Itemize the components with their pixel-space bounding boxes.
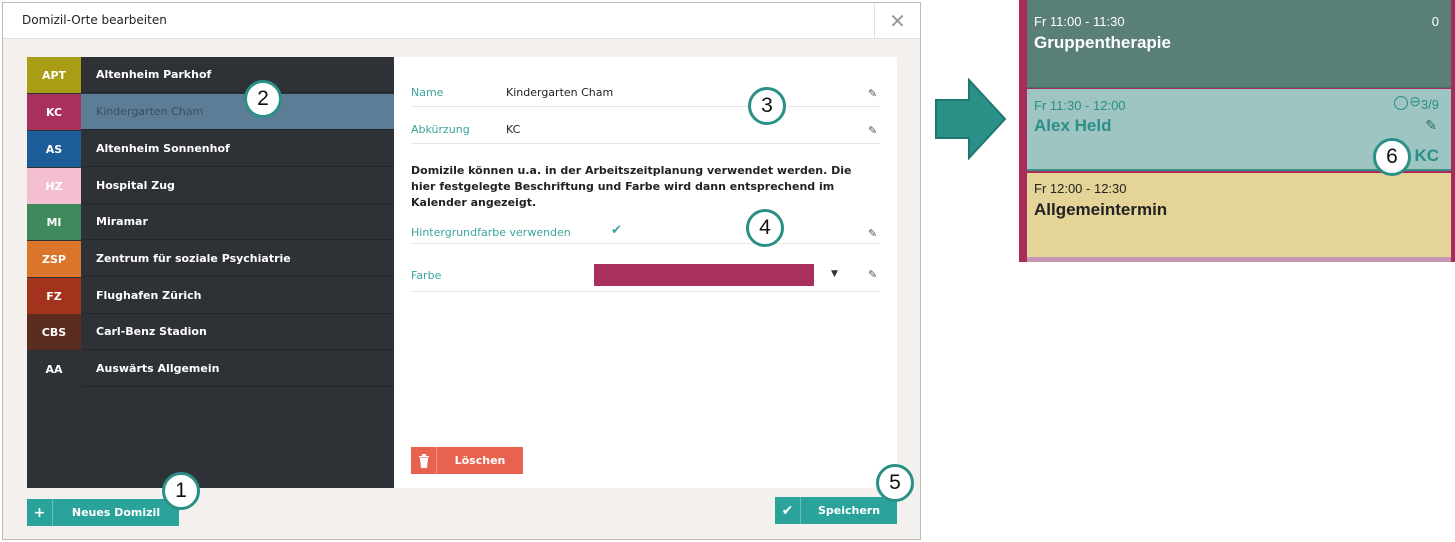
delete-button[interactable]: Löschen <box>411 447 523 474</box>
name-label: Name <box>411 86 444 99</box>
list-item-name: Altenheim Parkhof <box>96 68 212 81</box>
slot-count: 0 <box>1431 14 1439 29</box>
slot-title: Alex Held <box>1034 116 1112 135</box>
save-button[interactable]: ✔ Speichern <box>775 497 897 524</box>
list-item[interactable]: AA Auswärts Allgemein <box>27 351 394 387</box>
list-item-abbr: HZ <box>27 168 81 204</box>
edit-name-pencil-icon[interactable]: ✎ <box>868 87 880 100</box>
edit-bg-pencil-icon[interactable]: ✎ <box>868 227 880 240</box>
pencil-icon[interactable]: ✎ <box>1425 118 1437 134</box>
abbr-row: Abkürzung KC ✎ <box>411 116 880 144</box>
plus-icon: + <box>27 499 53 526</box>
bg-color-checkbox[interactable]: ✔ <box>611 224 625 238</box>
callout-badge-4: 4 <box>746 209 784 247</box>
slot-time: Fr 12:00 - 12:30 <box>1034 181 1127 196</box>
list-item-name: Auswärts Allgemein <box>96 362 220 375</box>
list-item-abbr: MI <box>27 204 81 240</box>
list-item[interactable]: MI Miramar <box>27 204 394 240</box>
list-item-abbr: ZSP <box>27 241 81 277</box>
list-item-abbr: AS <box>27 131 81 167</box>
dialog-title: Domizil-Orte bearbeiten <box>22 13 167 27</box>
list-item-name: Kindergarten Cham <box>96 105 204 118</box>
list-item[interactable]: ZSP Zentrum für soziale Psychiatrie <box>27 241 394 277</box>
domicile-form: Name Kindergarten Cham ✎ Abkürzung KC ✎ … <box>394 57 897 488</box>
list-item-name: Hospital Zug <box>96 179 175 192</box>
calendar-preview: Fr 11:00 - 11:30 Gruppentherapie 0 Fr 11… <box>1019 0 1455 262</box>
trash-icon <box>411 447 437 474</box>
info-text: Domizile können u.a. in der Arbeitszeitp… <box>411 164 852 209</box>
name-row: Name Kindergarten Cham ✎ <box>411 79 880 107</box>
calendar-column: Fr 11:00 - 11:30 Gruppentherapie 0 Fr 11… <box>1027 0 1451 262</box>
chevron-down-icon[interactable]: ▼ <box>831 269 838 279</box>
name-field[interactable]: Kindergarten Cham <box>506 86 613 99</box>
color-picker[interactable] <box>594 264 814 286</box>
list-item[interactable]: APT Altenheim Parkhof <box>27 57 394 93</box>
bg-color-label: Hintergrundfarbe verwenden <box>411 226 571 239</box>
list-item[interactable]: CBS Carl-Benz Stadion <box>27 314 394 350</box>
list-item-abbr: CBS <box>27 314 81 350</box>
abbr-field[interactable]: KC <box>506 123 520 136</box>
slot-domicile-abbr: KC <box>1414 146 1439 165</box>
new-domicile-label: Neues Domizil <box>71 506 161 519</box>
new-domicile-button[interactable]: + Neues Domizil <box>27 499 179 526</box>
check-icon: ✔ <box>775 497 801 524</box>
arrow-right-icon <box>935 78 1007 160</box>
slot-time: Fr 11:00 - 11:30 <box>1034 14 1125 29</box>
dialog-header: Domizil-Orte bearbeiten ✕ <box>3 3 920 39</box>
callout-badge-5: 5 <box>876 464 914 502</box>
list-item-abbr: KC <box>27 94 81 130</box>
slot-time: Fr 11:30 - 12:00 <box>1034 98 1126 113</box>
callout-badge-3: 3 <box>748 87 786 125</box>
list-item[interactable]: AS Altenheim Sonnenhof <box>27 131 394 167</box>
close-button[interactable]: ✕ <box>874 3 920 39</box>
edit-domiciles-dialog: Domizil-Orte bearbeiten ✕ APT Altenheim … <box>2 2 921 540</box>
domicile-list: APT Altenheim Parkhof KC Kindergarten Ch… <box>27 57 394 488</box>
callout-badge-6: 6 <box>1373 138 1411 176</box>
list-item-name: Zentrum für soziale Psychiatrie <box>96 252 291 265</box>
calendar-slot-edge <box>1027 257 1451 262</box>
bg-color-row: Hintergrundfarbe verwenden ✔ ✎ <box>411 220 880 244</box>
callout-badge-2: 2 <box>244 80 282 118</box>
calendar-slot[interactable]: Fr 12:00 - 12:30 Allgemeintermin <box>1027 173 1451 257</box>
save-label: Speichern <box>817 504 881 517</box>
list-item-name: Altenheim Sonnenhof <box>96 142 230 155</box>
slot-ratio: 3/9 <box>1420 97 1439 112</box>
color-label: Farbe <box>411 269 442 282</box>
delete-label: Löschen <box>454 454 506 467</box>
slot-title: Gruppentherapie <box>1034 33 1171 52</box>
callout-badge-1: 1 <box>162 472 200 510</box>
list-item-abbr: AA <box>27 351 81 387</box>
abbr-label: Abkürzung <box>411 123 470 136</box>
list-item-name: Flughafen Zürich <box>96 289 202 302</box>
list-item[interactable]: KC Kindergarten Cham <box>27 94 394 130</box>
calendar-slot[interactable]: Fr 11:00 - 11:30 Gruppentherapie 0 <box>1027 0 1451 88</box>
close-icon: ✕ <box>889 9 906 33</box>
edit-color-pencil-icon[interactable]: ✎ <box>868 268 880 281</box>
list-item[interactable]: FZ Flughafen Zürich <box>27 278 394 314</box>
list-item-abbr: APT <box>27 57 81 93</box>
list-item-abbr: FZ <box>27 278 81 314</box>
slot-title: Allgemeintermin <box>1034 200 1168 219</box>
list-item-name: Miramar <box>96 215 148 228</box>
list-item-name: Carl-Benz Stadion <box>96 325 207 338</box>
edit-abbr-pencil-icon[interactable]: ✎ <box>868 124 880 137</box>
list-item[interactable]: HZ Hospital Zug <box>27 168 394 204</box>
